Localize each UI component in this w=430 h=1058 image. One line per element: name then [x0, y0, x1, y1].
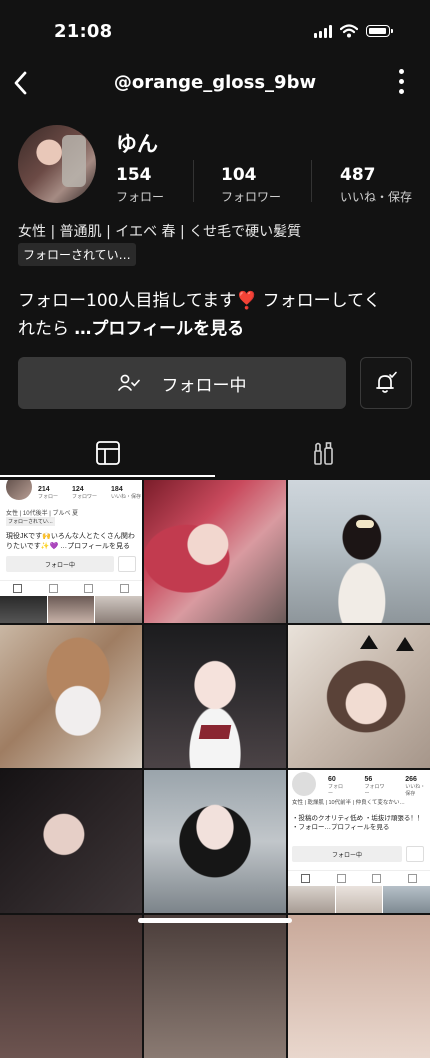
- thumb-stat: 266 いいね・保存: [405, 776, 426, 797]
- post-thumbnail[interactable]: [144, 625, 286, 768]
- cosmetics-icon: [313, 442, 333, 465]
- stat-value: 104: [221, 165, 257, 185]
- following-button-label: フォロー中: [161, 375, 247, 396]
- post-thumbnail[interactable]: [144, 770, 286, 913]
- thumb-stat: 124 フォロワー: [72, 486, 98, 500]
- post-thumbnail[interactable]: 214 フォロー 124 フォロワー 184 いいね・保存 女性 | 10代後半 | …: [0, 480, 142, 623]
- thumb-avatar: [292, 772, 316, 796]
- thumb-mini-grid: [0, 596, 142, 623]
- thumb-tabbar: [288, 870, 430, 885]
- thumb-follow-button: フォロー中: [292, 846, 402, 862]
- stat-value: 154: [116, 165, 152, 185]
- stat-following[interactable]: 154 フォロー: [116, 165, 164, 205]
- thumb-mini-grid: [288, 886, 430, 913]
- post-thumbnail[interactable]: [144, 915, 286, 1058]
- tab-posts[interactable]: [0, 428, 215, 478]
- thumb-badge: フォローされてい…: [6, 517, 55, 526]
- post-thumbnail[interactable]: [288, 915, 430, 1058]
- heart-emoji: ❣️: [236, 291, 258, 311]
- post-thumbnail[interactable]: 60 フォロー 56 フォロワー 266 いいね・保存 女性 | 乾燥肌 | 10代前…: [288, 770, 430, 913]
- post-thumbnail[interactable]: [288, 480, 430, 623]
- stat-divider: [193, 160, 194, 202]
- stat-label: フォロワー: [221, 190, 282, 204]
- profile-tags: 女性 | 普通肌 | イエベ 春 | くせ毛で硬い髪質: [18, 224, 302, 240]
- thumb-follow-button: フォロー中: [6, 556, 114, 572]
- user-check-icon: [117, 374, 140, 391]
- active-tab-indicator: [0, 475, 215, 477]
- more-options-icon[interactable]: [399, 69, 404, 94]
- post-thumbnail[interactable]: [0, 770, 142, 913]
- thumb-stat: 184 いいね・保存: [111, 486, 142, 500]
- followed-by-badge: フォローされてい…: [18, 243, 136, 266]
- thumb-bell: [118, 556, 136, 572]
- thumb-avatar: [6, 480, 32, 500]
- post-thumbnail[interactable]: [144, 480, 286, 623]
- notification-bell-button[interactable]: [360, 357, 412, 409]
- profile-bio[interactable]: フォロー100人目指してます❣️ フォローしてく れたら …プロフィールを見る: [18, 287, 418, 343]
- stat-followers[interactable]: 104 フォロワー: [221, 165, 281, 205]
- thumb-stat: 56 フォロワー: [364, 776, 385, 797]
- profile-name: ゆん: [116, 132, 158, 156]
- bio-text: フォローしてく: [257, 291, 381, 311]
- post-thumbnail[interactable]: [0, 915, 142, 1058]
- thumb-tags: 女性 | 乾燥肌 | 10代前半 | 仲良くて変なかい…: [292, 800, 405, 806]
- thumb-bio: 現役JKです🙌いろんな人とたくさん関わりたいです✨💜 …プロフィールを見る: [6, 533, 135, 550]
- grid-layout-icon: [95, 441, 120, 465]
- cat-ear-shape: [360, 635, 378, 649]
- see-profile-link[interactable]: …プロフィールを見る: [74, 319, 244, 339]
- wifi-icon: [340, 24, 358, 38]
- status-time: 21:08: [54, 21, 113, 42]
- post-thumbnail[interactable]: [288, 625, 430, 768]
- stat-likes[interactable]: 487 いいね・保存: [340, 165, 412, 205]
- tab-cosmetics[interactable]: [215, 428, 430, 478]
- stat-divider: [311, 160, 312, 202]
- bell-check-icon: [376, 371, 397, 393]
- battery-icon: [366, 25, 393, 37]
- stat-value: 487: [340, 165, 376, 185]
- stat-label: いいね・保存: [340, 190, 413, 204]
- bow-shape: [356, 520, 374, 528]
- cellular-signal-icon: [314, 24, 332, 38]
- ribbon-shape: [198, 725, 232, 739]
- post-thumbnail[interactable]: [0, 625, 142, 768]
- bio-text: れたら: [18, 319, 75, 339]
- thumb-tags: 女性 | 10代後半 | ブルべ 夏: [6, 511, 79, 517]
- thumb-stat: 60 フォロー: [328, 776, 344, 797]
- thumb-bio: ・投稿のクオリティ低め ・垢抜け頑張る！！ ・フォロー…プロフィールを見る: [292, 815, 424, 831]
- home-indicator: [138, 918, 292, 923]
- cat-ear-shape: [396, 637, 414, 651]
- thumb-tabbar: [0, 580, 142, 595]
- thumb-stat: 214 フォロー: [38, 486, 59, 500]
- bio-text: フォロー100人目指してます: [18, 291, 237, 311]
- thumb-bell: [406, 846, 424, 862]
- status-icons: [314, 24, 393, 38]
- profile-handle: @orange_gloss_9bw: [113, 72, 317, 93]
- stat-label: フォロー: [116, 190, 165, 204]
- avatar[interactable]: [18, 125, 96, 203]
- post-grid: 214 フォロー 124 フォロワー 184 いいね・保存 女性 | 10代後半 | …: [0, 480, 430, 1058]
- following-button[interactable]: フォロー中: [18, 357, 346, 409]
